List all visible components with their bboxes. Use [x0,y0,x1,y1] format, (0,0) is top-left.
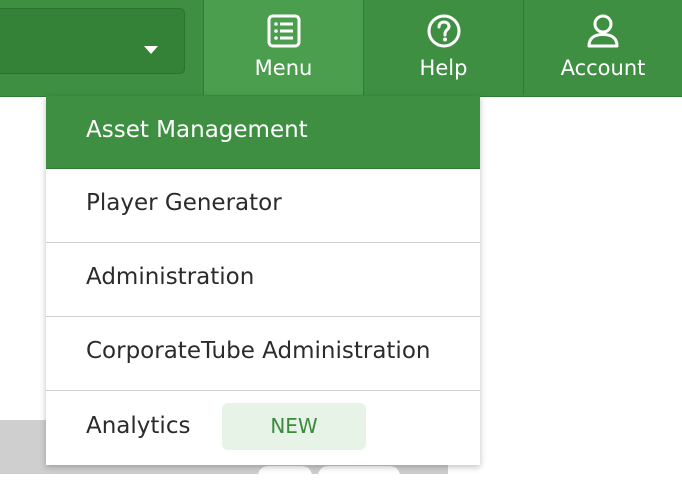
account-button[interactable]: Account [523,0,682,95]
menu-item-label: Analytics [86,413,191,439]
account-label: Account [560,56,646,80]
menu-item-label: Player Generator [86,190,282,216]
context-select[interactable] [0,8,185,74]
list-icon [267,14,300,48]
caret-down-icon[interactable] [144,46,158,54]
new-badge: NEW [222,403,366,450]
menu-label: Menu [254,56,313,80]
menu-item-administration[interactable]: Administration [46,243,480,317]
menu-item-player-generator[interactable]: Player Generator [46,169,480,243]
menu-item-corporatetube-administration[interactable]: CorporateTube Administration [46,317,480,391]
menu-item-asset-management[interactable]: Asset Management [46,96,480,169]
background-pill [318,466,400,486]
help-label: Help [419,56,468,80]
menu-item-label: CorporateTube Administration [86,338,431,364]
question-circle-icon [427,14,460,48]
top-navigation-bar: Menu Help Account [0,0,682,97]
menu-button[interactable]: Menu [203,0,363,95]
menu-item-label: Asset Management [86,117,308,143]
menu-item-label: Administration [86,264,255,290]
menu-item-analytics[interactable]: Analytics NEW [46,391,480,465]
menu-dropdown: Asset Management Player Generator Admini… [46,96,480,465]
user-icon [587,14,619,48]
help-button[interactable]: Help [363,0,523,95]
background-pill [258,466,312,486]
